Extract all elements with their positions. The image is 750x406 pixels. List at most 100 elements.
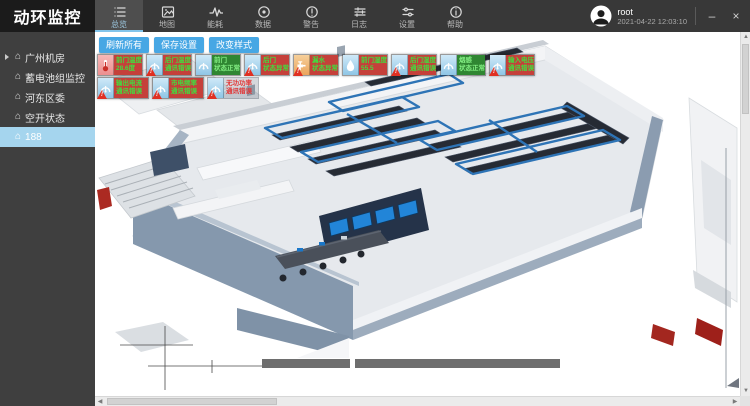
horizontal-scroll-thumb[interactable] — [107, 398, 277, 405]
sensor-value: 状态正常 — [214, 65, 240, 73]
tab-alerts[interactable]: 警告 — [287, 0, 335, 32]
sensor-name: 前门湿度 — [361, 57, 387, 65]
gauge-icon — [196, 55, 212, 75]
sensor-name: 前门 — [214, 57, 240, 65]
vertical-scrollbar[interactable]: ▲ ▼ — [740, 32, 750, 396]
sidebar-item-label: 广州机房 — [25, 50, 65, 65]
sidebar-item-breaker-status[interactable]: ⌂ 空开状态 — [0, 107, 95, 127]
user-box[interactable]: root 2021-04-22 12:03:10 — [590, 5, 687, 27]
tab-overview[interactable]: 总览 — [95, 0, 143, 32]
close-button[interactable]: × — [728, 0, 744, 32]
sensor-badge-smoke[interactable]: 烟感状态正常 — [440, 54, 486, 76]
sensor-badge-water-leak[interactable]: ! 漏水状态异常 — [293, 54, 339, 76]
scene-toolbar: 刷新所有 保存设置 改变样式 — [99, 37, 259, 53]
sidebar-item-188[interactable]: ⌂ 188 — [0, 127, 95, 147]
tab-help[interactable]: 帮助 — [431, 0, 479, 32]
sensor-name: 无功功率 — [226, 80, 258, 88]
horizontal-scrollbar[interactable]: ◀ ▶ — [95, 396, 740, 406]
sensor-name: 烟感 — [459, 57, 485, 65]
scroll-down-icon[interactable]: ▼ — [741, 386, 750, 396]
overview-icon — [112, 4, 127, 19]
tab-data[interactable]: 数据 — [239, 0, 287, 32]
main-content: 刷新所有 保存设置 改变样式 前门温度28.6度 ! 后门温度通讯错误 前门状态… — [95, 32, 750, 406]
home-icon: ⌂ — [15, 72, 21, 82]
thermometer-icon — [98, 55, 114, 75]
sensor-badge-front-door-temp[interactable]: 前门温度28.6度 — [97, 54, 143, 76]
sensor-badge-row-1: 前门温度28.6度 ! 后门温度通讯错误 前门状态正常 ! 后门状态异常 ! 漏… — [97, 54, 535, 76]
sidebar-item-guangzhou-room[interactable]: ⌂ 广州机房 — [0, 47, 95, 67]
sidebar-item-label: 蓄电池组监控 — [25, 70, 85, 85]
scroll-left-icon[interactable]: ◀ — [95, 397, 105, 406]
tab-settings[interactable]: 设置 — [383, 0, 431, 32]
gauge-icon: ! — [98, 78, 114, 98]
sensor-value: 通讯错误 — [508, 65, 534, 73]
username: root — [617, 7, 687, 17]
tab-label: 总览 — [111, 20, 127, 29]
tab-energy[interactable]: 能耗 — [191, 0, 239, 32]
gauge-icon: ! — [147, 55, 163, 75]
sensor-badge-input-voltage[interactable]: ! 输入电压通讯错误 — [489, 54, 535, 76]
tab-label: 帮助 — [447, 20, 463, 29]
home-icon: ⌂ — [15, 112, 21, 122]
sensor-badge-rear-door-humidity[interactable]: ! 后门湿度通讯错误 — [391, 54, 437, 76]
sidebar-item-battery-monitor[interactable]: ⌂ 蓄电池组监控 — [0, 67, 95, 87]
minimize-button[interactable]: – — [704, 0, 720, 32]
expand-caret-icon[interactable] — [5, 54, 9, 60]
energy-icon — [208, 4, 223, 19]
sidebar-item-hedong[interactable]: ⌂ 河东区委 — [0, 87, 95, 107]
topbar-right: root 2021-04-22 12:03:10 – × — [590, 0, 750, 32]
sensor-name: 漏水 — [312, 57, 338, 65]
tab-label: 设置 — [399, 20, 415, 29]
avatar — [590, 5, 612, 27]
help-icon — [448, 4, 463, 19]
sensor-value: 28.6度 — [116, 65, 142, 73]
sensor-name: 后门温度 — [165, 57, 191, 65]
top-bar: 动环监控 总览 地图 能耗 数据 警告 — [0, 0, 750, 32]
sensor-name: 前门温度 — [116, 57, 142, 65]
sensor-badge-reactive-power[interactable]: ! 无功功率通讯错误 — [207, 77, 259, 99]
sidebar-item-label: 河东区委 — [25, 90, 65, 105]
settings-icon — [400, 4, 415, 19]
tab-label: 能耗 — [207, 20, 223, 29]
refresh-all-button[interactable]: 刷新所有 — [99, 37, 149, 53]
sensor-badge-front-door-humidity[interactable]: 前门湿度55.5 — [342, 54, 388, 76]
sensor-value: 通讯错误 — [410, 65, 436, 73]
sensor-value: 状态异常 — [312, 65, 338, 73]
app-title: 动环监控 — [0, 0, 95, 32]
sensor-value: 55.5 — [361, 65, 387, 73]
main-nav: 总览 地图 能耗 数据 警告 日志 — [95, 0, 479, 32]
logs-icon — [352, 4, 367, 19]
sidebar-item-label: 空开状态 — [25, 110, 65, 125]
sensor-name: 输入电压 — [508, 57, 534, 65]
home-icon: ⌂ — [15, 92, 21, 102]
divider — [695, 7, 696, 25]
sidebar-item-label: 188 — [25, 132, 42, 143]
tab-label: 地图 — [159, 20, 175, 29]
sensor-badge-rear-door[interactable]: ! 后门状态异常 — [244, 54, 290, 76]
sensor-badge-rear-door-temp[interactable]: ! 后门温度通讯错误 — [146, 54, 192, 76]
gauge-icon — [441, 55, 457, 75]
sensor-badge-output-current[interactable]: ! 输出电流通讯错误 — [97, 77, 149, 99]
sensor-name: 市电频率 — [171, 80, 203, 88]
change-style-button[interactable]: 改变样式 — [209, 37, 259, 53]
tab-logs[interactable]: 日志 — [335, 0, 383, 32]
sensor-name: 输出电流 — [116, 80, 148, 88]
gauge-icon: ! — [245, 55, 261, 75]
sensor-value: 通讯错误 — [226, 88, 258, 96]
sidebar: ⌂ 广州机房 ⌂ 蓄电池组监控 ⌂ 河东区委 ⌂ 空开状态 ⌂ 188 — [0, 32, 95, 406]
sensor-value: 通讯错误 — [116, 88, 148, 96]
vertical-scroll-thumb[interactable] — [742, 44, 749, 114]
sensor-badge-front-door[interactable]: 前门状态正常 — [195, 54, 241, 76]
humidity-icon — [343, 55, 359, 75]
save-settings-button[interactable]: 保存设置 — [154, 37, 204, 53]
scroll-up-icon[interactable]: ▲ — [741, 32, 750, 42]
alerts-icon — [304, 4, 319, 19]
scroll-right-icon[interactable]: ▶ — [730, 397, 740, 406]
home-icon: ⌂ — [15, 132, 21, 142]
sensor-value: 状态异常 — [263, 65, 289, 73]
tab-map[interactable]: 地图 — [143, 0, 191, 32]
home-icon: ⌂ — [15, 52, 21, 62]
map-icon — [160, 4, 175, 19]
sensor-badge-mains-frequency[interactable]: ! 市电频率通讯错误 — [152, 77, 204, 99]
sensor-name: 后门 — [263, 57, 289, 65]
